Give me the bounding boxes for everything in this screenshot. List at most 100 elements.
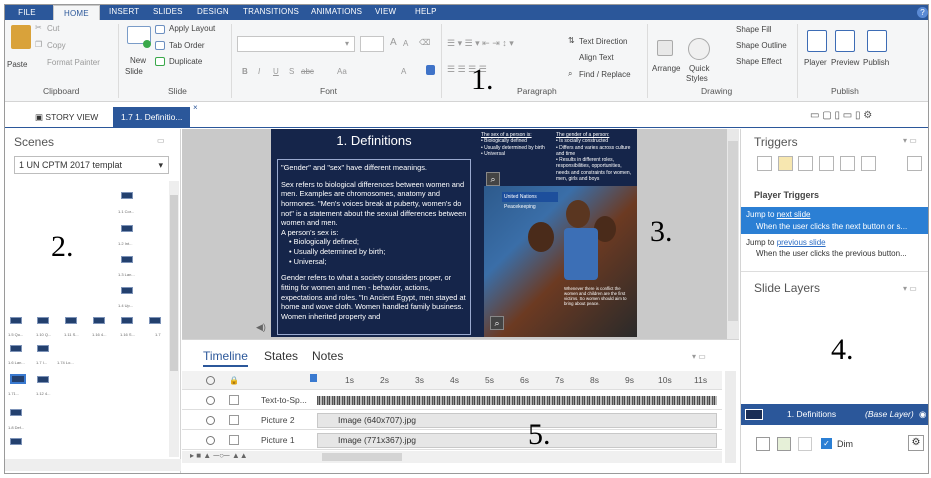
- shape-effect-button[interactable]: Shape Effect: [736, 57, 782, 66]
- quick-styles-label2[interactable]: Styles: [686, 74, 708, 83]
- timeline-track[interactable]: Picture 2 Image (640x707).jpg: [182, 411, 722, 430]
- move-up-button[interactable]: [861, 156, 876, 171]
- tab-states[interactable]: States: [264, 349, 298, 363]
- slide-thumbnail[interactable]: [121, 225, 133, 232]
- tab-help[interactable]: HELP: [415, 7, 437, 16]
- preview-button[interactable]: Preview: [831, 58, 859, 67]
- publish-button[interactable]: Publish: [863, 58, 889, 67]
- zoom-icon[interactable]: ⌕: [490, 316, 504, 330]
- gear-icon[interactable]: ⚙: [908, 435, 924, 451]
- quick-styles-label[interactable]: Quick: [689, 64, 709, 73]
- slide-thumbnail[interactable]: [10, 345, 22, 352]
- arrange-button[interactable]: Arrange: [652, 64, 680, 73]
- dim-checkbox[interactable]: ✓: [821, 438, 832, 449]
- trigger-item-previous[interactable]: Jump to previous slide When the user cli…: [741, 237, 928, 259]
- italic-button[interactable]: I: [258, 67, 260, 76]
- slide-photo[interactable]: United Nations Peacekeeping Whenever the…: [484, 186, 637, 337]
- tab-story-view[interactable]: ▣ STORY VIEW: [27, 107, 106, 127]
- slide-thumbnail[interactable]: [10, 409, 22, 416]
- tab-home[interactable]: HOME: [53, 5, 100, 20]
- shadow-button[interactable]: S: [289, 67, 294, 76]
- slide-thumbnail[interactable]: [121, 317, 133, 324]
- cut-icon[interactable]: ✂: [35, 23, 42, 32]
- panel-menu-icon[interactable]: ▾ ▭: [692, 352, 706, 361]
- tab-file[interactable]: FILE: [9, 5, 45, 20]
- tab-slides[interactable]: SLIDES: [153, 7, 183, 16]
- slide-text-box[interactable]: "Gender" and "sex" have different meanin…: [277, 159, 471, 335]
- slide-thumbnail[interactable]: [65, 317, 77, 324]
- tab-insert[interactable]: INSERT: [109, 7, 139, 16]
- underline-button[interactable]: U: [273, 67, 279, 76]
- paste-icon[interactable]: [11, 25, 31, 49]
- preview-icon[interactable]: [835, 30, 855, 52]
- audio-waveform[interactable]: [317, 396, 717, 405]
- lock-checkbox[interactable]: [229, 415, 239, 425]
- lock-icon[interactable]: 🔒: [229, 376, 239, 385]
- slide-thumbnail[interactable]: [121, 192, 133, 199]
- timeline-track[interactable]: Picture 1 Image (771x367).jpg: [182, 431, 722, 450]
- slide-thumbnail-selected[interactable]: [10, 374, 26, 384]
- trigger-item-next[interactable]: Jump to next slide When the user clicks …: [741, 207, 928, 234]
- playhead[interactable]: [310, 374, 317, 382]
- quick-styles-icon[interactable]: [688, 38, 710, 60]
- panel-float-icon[interactable]: ▭: [157, 136, 165, 145]
- panel-menu-icon[interactable]: ▾ ▭: [903, 136, 917, 145]
- next-slide-link[interactable]: next slide: [777, 210, 811, 219]
- shrink-font-button[interactable]: A: [403, 39, 408, 48]
- copy-icon[interactable]: ❐: [35, 40, 42, 49]
- edit-trigger-button[interactable]: [778, 156, 793, 171]
- slide-title[interactable]: 1. Definitions: [271, 133, 477, 148]
- previous-slide-link[interactable]: previous slide: [777, 238, 826, 247]
- tab-order-button[interactable]: Tab Order: [169, 41, 205, 50]
- clear-format-icon[interactable]: ⌫: [419, 38, 430, 47]
- tab-transitions[interactable]: TRANSITIONS: [243, 7, 299, 16]
- arrange-icon[interactable]: [657, 40, 673, 56]
- font-family-select[interactable]: [237, 36, 355, 52]
- font-color-button[interactable]: A: [401, 67, 406, 76]
- slide-canvas[interactable]: 1. Definitions "Gender" and "sex" have d…: [271, 129, 637, 337]
- tab-timeline[interactable]: Timeline: [203, 349, 248, 367]
- slide-thumbnail[interactable]: [37, 345, 49, 352]
- slide-thumbnail[interactable]: [121, 287, 133, 294]
- timeline-track[interactable]: Text-to-Sp...: [182, 391, 722, 410]
- timeline-controls-icon[interactable]: ▸ ■ ▲ ─○─ ▲▲: [190, 451, 248, 460]
- duplicate-layer-button[interactable]: [777, 437, 791, 451]
- apply-layout-button[interactable]: Apply Layout: [169, 24, 215, 33]
- font-size-select[interactable]: [360, 36, 384, 52]
- find-replace-button[interactable]: Find / Replace: [579, 70, 631, 79]
- view-layout-icons[interactable]: ▭ ▢ ▯ ▭ ▯ ⚙: [810, 110, 872, 121]
- eye-icon[interactable]: ◉: [919, 404, 926, 425]
- slide-thumbnail[interactable]: [93, 317, 105, 324]
- text-direction-button[interactable]: Text Direction: [579, 37, 627, 46]
- slide-thumbnail[interactable]: [10, 438, 22, 445]
- eye-icon[interactable]: [206, 436, 215, 445]
- tab-notes[interactable]: Notes: [312, 349, 343, 363]
- shape-fill-button[interactable]: Shape Fill: [736, 25, 772, 34]
- timeline-hscroll-thumb[interactable]: [322, 453, 402, 461]
- scene-selector[interactable]: 1 UN CPTM 2017 templat ▾: [14, 156, 169, 174]
- scrollbar-thumb[interactable]: [728, 141, 738, 321]
- change-case-button[interactable]: Aa: [337, 67, 347, 76]
- tab-view[interactable]: VIEW: [375, 7, 396, 16]
- new-layer-button[interactable]: [756, 437, 770, 451]
- base-layer-row[interactable]: 1. Definitions (Base Layer) ◉: [741, 404, 928, 425]
- lock-checkbox[interactable]: [229, 395, 239, 405]
- lock-checkbox[interactable]: [229, 435, 239, 445]
- panel-menu-icon[interactable]: ▾ ▭: [903, 284, 917, 293]
- delete-layer-button[interactable]: [798, 437, 812, 451]
- new-slide-label[interactable]: New: [130, 56, 146, 65]
- player-button[interactable]: Player: [804, 58, 827, 67]
- format-painter-button[interactable]: Format Painter: [47, 58, 100, 67]
- new-trigger-button[interactable]: [757, 156, 772, 171]
- strikethrough-button[interactable]: abc: [301, 67, 314, 76]
- timeline-scrollbar[interactable]: [725, 371, 736, 463]
- eye-icon[interactable]: [206, 416, 215, 425]
- trigger-options-button[interactable]: [907, 156, 922, 171]
- bullets-icon[interactable]: ☰ ▾ ☰ ▾ ⇤ ⇥ ↕ ▾: [447, 38, 514, 49]
- timeline-bar[interactable]: Image (640x707).jpg: [317, 413, 717, 428]
- slide-thumbnail[interactable]: [37, 317, 49, 324]
- shape-outline-button[interactable]: Shape Outline: [736, 41, 787, 50]
- spell-check-icon[interactable]: [426, 65, 435, 75]
- scenes-hscrollbar[interactable]: [5, 459, 181, 471]
- slide-thumbnail[interactable]: [37, 376, 49, 383]
